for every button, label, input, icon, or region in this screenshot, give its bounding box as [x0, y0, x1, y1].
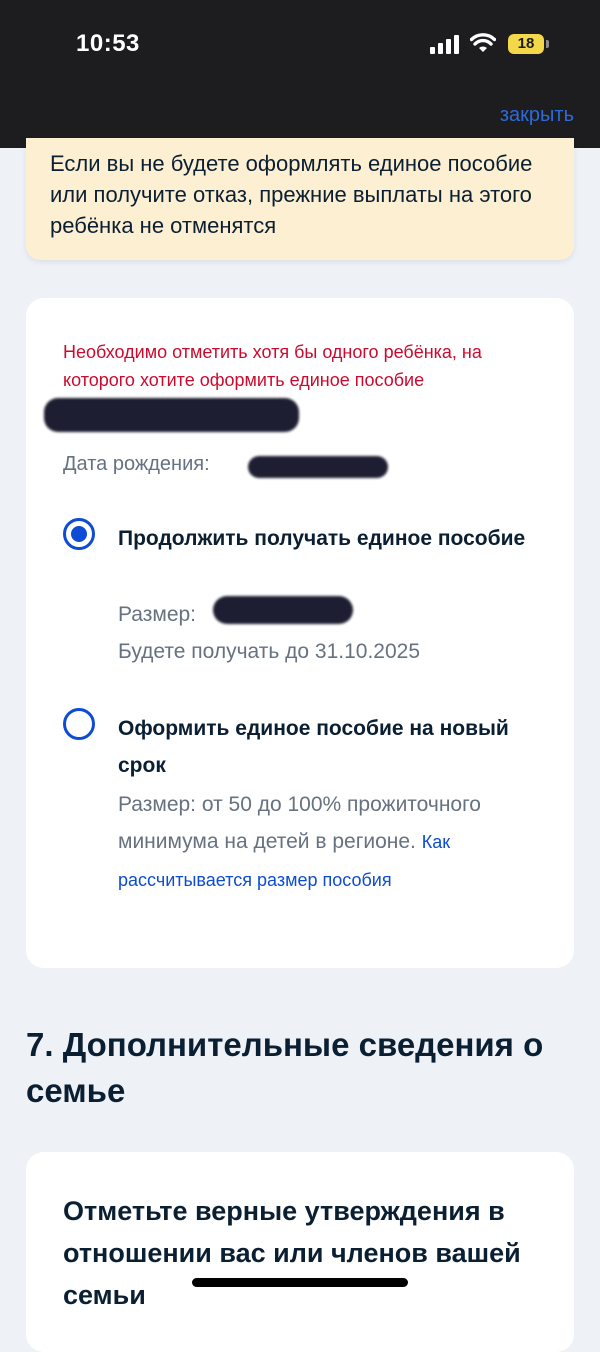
family-card: Отметьте верные утверждения в отношении …	[26, 1152, 574, 1352]
status-bar: 10:53 18 закрыть	[0, 0, 600, 148]
cellular-signal-icon	[430, 34, 462, 54]
option-continue-title: Продолжить получать единое пособие	[118, 527, 526, 550]
child-card: Необходимо отметить хотя бы одного ребён…	[26, 298, 574, 968]
redacted-amount	[213, 596, 353, 624]
info-notice: Если вы не будете оформлять единое пособ…	[26, 138, 574, 260]
home-indicator	[192, 1278, 408, 1287]
close-button[interactable]: закрыть	[500, 104, 574, 127]
birth-date-label: Дата рождения:	[63, 453, 210, 475]
option-continue-size-label: Размер:	[118, 603, 197, 626]
option-new-term[interactable]: Оформить единое пособие на новый срок Ра…	[63, 708, 543, 938]
redacted-child-name	[44, 398, 299, 432]
notice-text: Если вы не будете оформлять единое пособ…	[50, 151, 533, 238]
wifi-icon	[470, 33, 496, 52]
radio-new-term[interactable]	[63, 708, 95, 740]
validation-error: Необходимо отметить хотя бы одного ребён…	[63, 342, 482, 390]
option-continue[interactable]: Продолжить получать единое пособие Разме…	[63, 518, 543, 678]
section-title: 7. Дополнительные сведения о семье	[26, 1026, 544, 1109]
option-new-term-title: Оформить единое пособие на новый срок	[118, 717, 509, 777]
radio-continue[interactable]	[63, 518, 95, 550]
battery-tip	[546, 40, 549, 48]
option-continue-until: Будете получать до 31.10.2025	[118, 640, 421, 663]
status-time: 10:53	[76, 30, 140, 57]
family-card-title: Отметьте верные утверждения в отношении …	[63, 1196, 521, 1310]
option-new-term-description: Размер: от 50 до 100% прожиточного миним…	[118, 786, 543, 899]
redacted-birth-date	[248, 456, 388, 478]
battery-icon: 18	[508, 34, 544, 54]
